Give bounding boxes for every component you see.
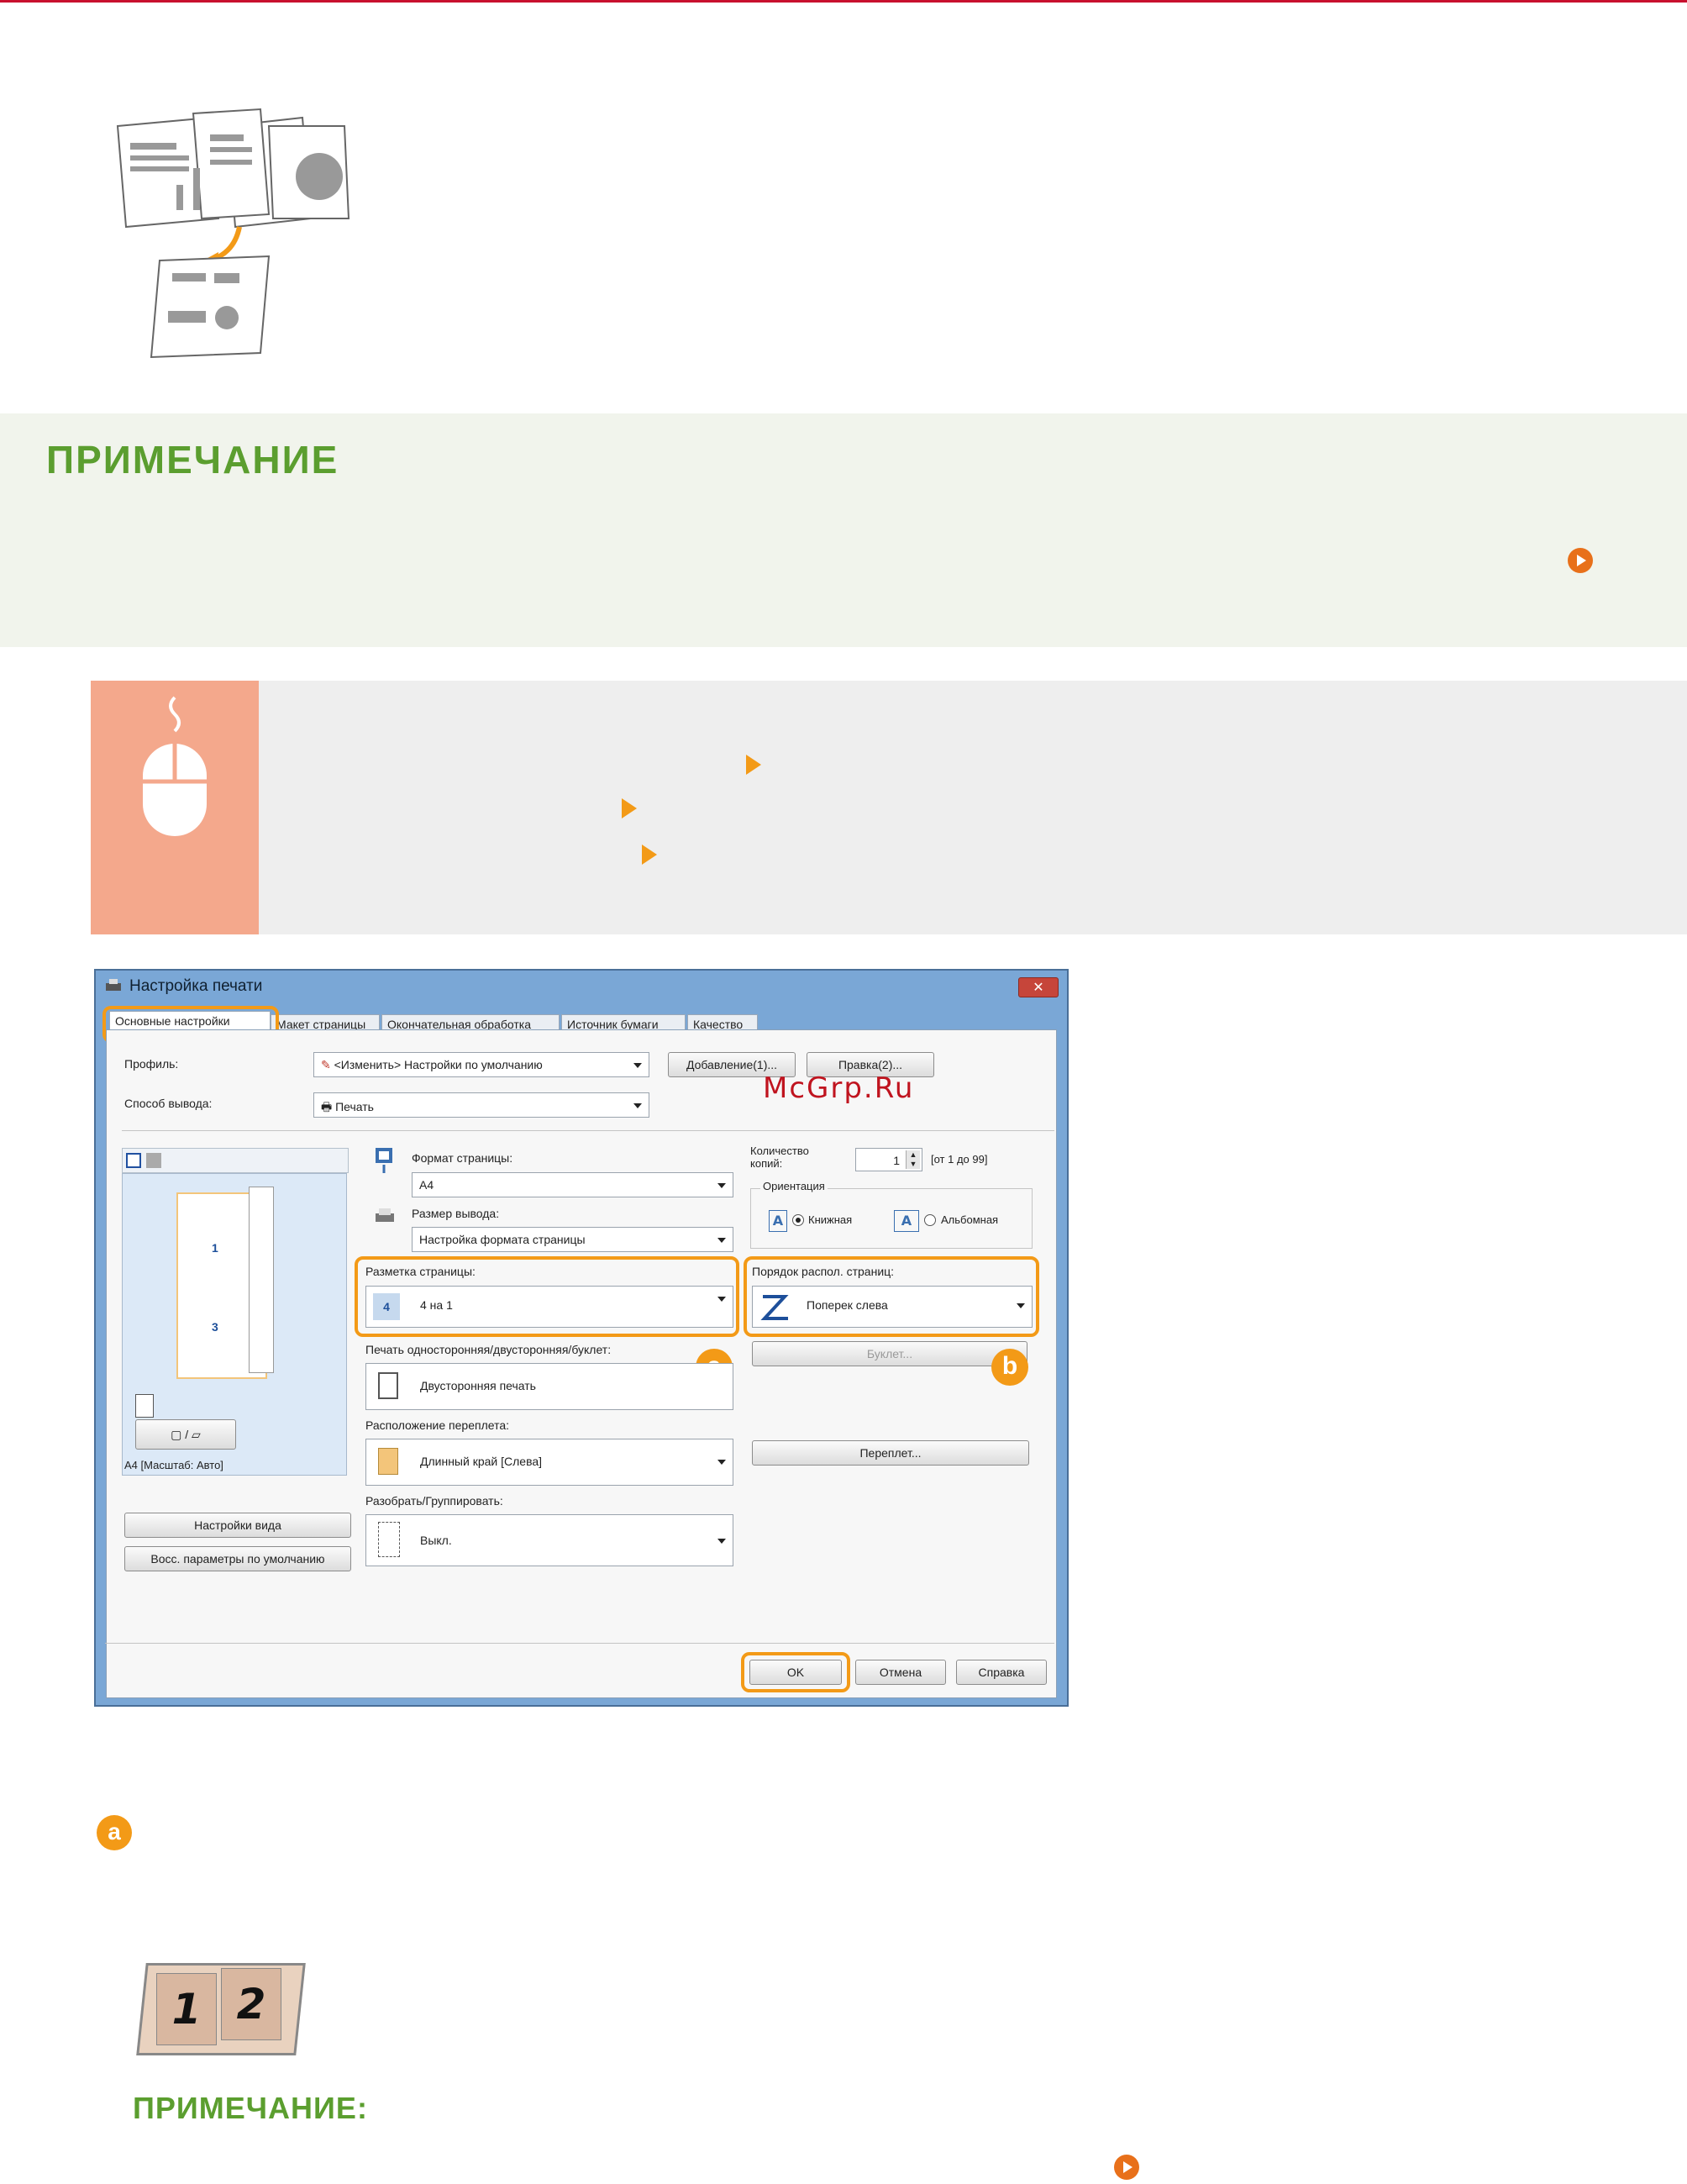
pages-per-sheet-illustration (116, 108, 350, 359)
output-size-label: Размер вывода: (412, 1207, 500, 1220)
profile-value: <Изменить> Настройки по умолчанию (334, 1058, 543, 1071)
copies-value: 1 (893, 1154, 900, 1167)
output-method-label: Способ вывода: (124, 1097, 213, 1110)
copies-label: Количество копий: (750, 1145, 809, 1170)
z-order-icon (760, 1295, 789, 1320)
copies-icon (135, 1394, 154, 1418)
booklet-page-number: 2 (221, 1968, 281, 2040)
booklet-page-number: 1 (156, 1973, 217, 2045)
output-method-value: Печать (335, 1100, 374, 1113)
page-order-label: Порядок распол. страниц: (752, 1265, 895, 1278)
page-size-icon (376, 1148, 392, 1173)
duplex-icon (378, 1372, 398, 1399)
binding-label: Расположение переплета: (365, 1418, 509, 1432)
ok-button[interactable]: OK (749, 1660, 842, 1685)
page-order-value: Поперек слева (807, 1298, 888, 1312)
portrait-label: Книжная (808, 1213, 853, 1226)
preview-toggle-button[interactable]: ▢ / ▱ (135, 1419, 236, 1450)
preview-toolbar (122, 1148, 349, 1173)
dialog-title: Настройка печати (129, 977, 263, 995)
note-subtitle: ПРИМЕЧАНИЕ: (133, 2091, 368, 2125)
watermark: McGrp.Ru (763, 1071, 915, 1105)
profile-label: Профиль: (124, 1057, 179, 1071)
binding-button[interactable]: Переплет... (752, 1440, 1029, 1466)
output-size-icon (376, 1208, 394, 1222)
printer-icon (106, 979, 121, 991)
orientation-label: Ориентация (760, 1180, 828, 1192)
collate-value: Выкл. (420, 1534, 452, 1547)
duplex-value: Двусторонняя печать (420, 1379, 536, 1392)
layout-preview: 1 3 ▢ / ▱ (122, 1173, 347, 1476)
portrait-icon: A (769, 1210, 787, 1232)
reference-link-icon[interactable] (1114, 2155, 1139, 2180)
n-up-icon: 4 (373, 1293, 400, 1320)
preview-back-sheet (249, 1187, 274, 1373)
dialog-title-bar: Настройка печати ✕ (96, 971, 1067, 1001)
profile-select[interactable]: ✎ <Изменить> Настройки по умолчанию (313, 1052, 649, 1077)
landscape-icon: A (894, 1210, 919, 1232)
duplex-select[interactable]: Двусторонняя печать (365, 1363, 733, 1410)
step-arrow-icon (622, 798, 637, 818)
separator (105, 1643, 1054, 1644)
step-arrow-icon (746, 755, 761, 775)
printer-preview-icon[interactable] (146, 1153, 161, 1168)
reference-link-icon[interactable] (1568, 548, 1593, 573)
landscape-label: Альбомная (941, 1213, 999, 1226)
top-rule (0, 0, 1687, 3)
preview-page-number: 1 (212, 1241, 218, 1255)
restore-defaults-button[interactable]: Восс. параметры по умолчанию (124, 1546, 351, 1571)
booklet-button[interactable]: Буклет... (752, 1341, 1027, 1366)
page-layout-value: 4 на 1 (420, 1298, 453, 1312)
preview-caption: A4 [Масштаб: Авто] (124, 1459, 223, 1471)
portrait-radio[interactable] (792, 1214, 804, 1226)
step-badge-a: a (97, 1815, 132, 1850)
binding-select[interactable]: Длинный край [Слева] (365, 1439, 733, 1486)
page-layout-select[interactable]: 4 4 на 1 (365, 1286, 733, 1328)
output-method-select[interactable]: 🖶 Печать (313, 1092, 649, 1118)
page-icon: ▢ / ▱ (171, 1428, 201, 1441)
mouse-icon (143, 696, 207, 836)
close-button[interactable]: ✕ (1018, 977, 1059, 997)
preview-mode-icon[interactable] (126, 1153, 141, 1168)
duplex-label: Печать односторонняя/двусторонняя/буклет… (365, 1343, 612, 1356)
collate-icon (378, 1522, 400, 1557)
spin-arrows-icon[interactable]: ▲ ▼ (906, 1150, 920, 1169)
collate-label: Разобрать/Группировать: (365, 1494, 503, 1508)
note-title: ПРИМЕЧАНИЕ (46, 438, 339, 482)
page-order-select[interactable]: Поперек слева (752, 1286, 1033, 1328)
view-settings-button[interactable]: Настройки вида (124, 1513, 351, 1538)
landscape-radio[interactable] (924, 1214, 936, 1226)
preview-page-number: 3 (212, 1320, 218, 1334)
page-size-label: Формат страницы: (412, 1151, 513, 1165)
print-icon: 🖶 (321, 1100, 336, 1113)
output-size-select[interactable]: Настройка формата страницы (412, 1227, 733, 1252)
page-layout-label: Разметка страницы: (365, 1265, 476, 1278)
page-size-value: A4 (419, 1178, 434, 1192)
copies-range: [от 1 до 99] (931, 1153, 988, 1166)
step-arrow-icon (642, 845, 657, 865)
booklet-illustration: 1 2 (133, 1956, 306, 2062)
binding-icon (378, 1448, 398, 1475)
cancel-button[interactable]: Отмена (855, 1660, 946, 1685)
help-button[interactable]: Справка (956, 1660, 1047, 1685)
output-size-value: Настройка формата страницы (419, 1233, 586, 1246)
operation-band (91, 681, 1687, 934)
copies-stepper[interactable]: 1 ▲ ▼ (855, 1148, 922, 1171)
binding-value: Длинный край [Слева] (420, 1455, 543, 1468)
separator (122, 1130, 1054, 1131)
operation-icon-box (91, 681, 259, 934)
callout-badge-b: b (991, 1349, 1028, 1386)
collate-select[interactable]: Выкл. (365, 1514, 733, 1566)
page-size-select[interactable]: A4 (412, 1172, 733, 1197)
